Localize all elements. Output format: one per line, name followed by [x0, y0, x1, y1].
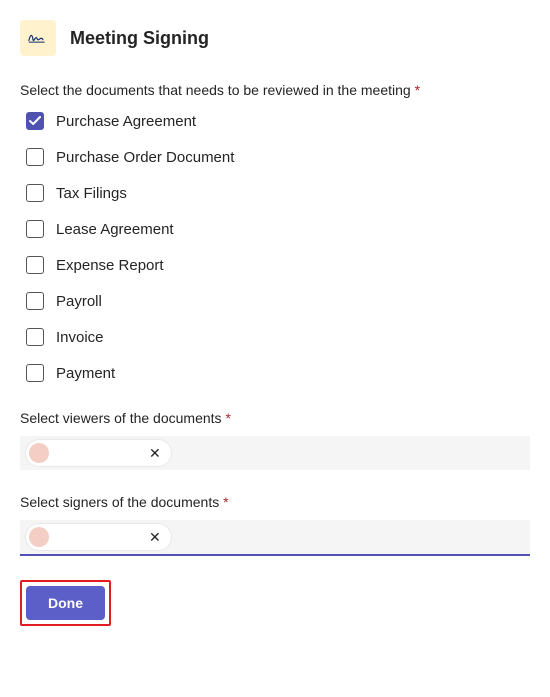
documents-checklist: Purchase Agreement Purchase Order Documen… — [26, 112, 530, 382]
document-label: Payroll — [56, 293, 102, 310]
document-checkbox[interactable] — [26, 112, 44, 130]
document-label: Purchase Order Document — [56, 149, 234, 166]
dialog-header: Meeting Signing — [20, 20, 530, 56]
document-checkbox[interactable] — [26, 220, 44, 238]
document-checkbox[interactable] — [26, 148, 44, 166]
done-button[interactable]: Done — [26, 586, 105, 620]
document-label: Lease Agreement — [56, 221, 174, 238]
avatar — [29, 527, 49, 547]
app-signature-icon — [20, 20, 56, 56]
document-row: Payment — [26, 364, 530, 382]
document-row: Purchase Order Document — [26, 148, 530, 166]
document-label: Tax Filings — [56, 185, 127, 202]
dialog-title: Meeting Signing — [70, 28, 209, 49]
remove-chip-icon[interactable]: ✕ — [149, 530, 161, 544]
document-row: Purchase Agreement — [26, 112, 530, 130]
signers-label-text: Select signers of the documents — [20, 494, 219, 510]
document-row: Tax Filings — [26, 184, 530, 202]
document-checkbox[interactable] — [26, 328, 44, 346]
viewers-input[interactable]: ✕ — [20, 436, 530, 470]
document-row: Expense Report — [26, 256, 530, 274]
required-marker: * — [225, 410, 230, 426]
signature-glyph-icon — [28, 32, 48, 44]
document-label: Invoice — [56, 329, 104, 346]
document-checkbox[interactable] — [26, 256, 44, 274]
documents-prompt-text: Select the documents that needs to be re… — [20, 82, 411, 98]
document-row: Invoice — [26, 328, 530, 346]
signers-label: Select signers of the documents * — [20, 494, 530, 510]
remove-chip-icon[interactable]: ✕ — [149, 446, 161, 460]
document-row: Payroll — [26, 292, 530, 310]
required-marker: * — [223, 494, 228, 510]
person-chip[interactable]: ✕ — [26, 440, 171, 466]
viewers-label: Select viewers of the documents * — [20, 410, 530, 426]
document-checkbox[interactable] — [26, 292, 44, 310]
avatar — [29, 443, 49, 463]
signers-input[interactable]: ✕ — [20, 520, 530, 556]
document-checkbox[interactable] — [26, 184, 44, 202]
document-row: Lease Agreement — [26, 220, 530, 238]
documents-prompt: Select the documents that needs to be re… — [20, 82, 530, 98]
viewers-label-text: Select viewers of the documents — [20, 410, 222, 426]
document-checkbox[interactable] — [26, 364, 44, 382]
document-label: Payment — [56, 365, 115, 382]
document-label: Expense Report — [56, 257, 164, 274]
document-label: Purchase Agreement — [56, 113, 196, 130]
required-marker: * — [415, 82, 420, 98]
person-chip[interactable]: ✕ — [26, 524, 171, 550]
done-highlight: Done — [20, 580, 111, 626]
